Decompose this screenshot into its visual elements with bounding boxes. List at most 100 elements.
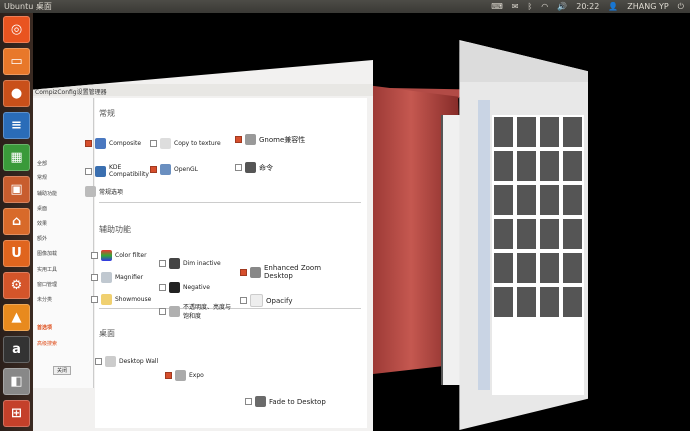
software-center-icon[interactable]: ⌂: [3, 208, 30, 235]
checkbox[interactable]: [85, 167, 92, 175]
plugin-general-options[interactable]: 常规选项: [85, 186, 123, 197]
power-icon[interactable]: ⏻: [678, 0, 684, 13]
checkbox[interactable]: [235, 164, 242, 171]
checkbox[interactable]: [85, 140, 92, 147]
checkbox[interactable]: [159, 284, 166, 291]
thumbnail[interactable]: [517, 219, 536, 249]
plugin-dim-inactive[interactable]: Dim inactive: [159, 258, 221, 269]
sidebar-item[interactable]: 图像加载: [37, 250, 57, 257]
thumbnail[interactable]: [494, 151, 513, 181]
ubuntuone-icon[interactable]: U: [3, 240, 30, 267]
checkbox[interactable]: [240, 268, 247, 276]
thumbnail[interactable]: [494, 219, 513, 249]
sidebar-item[interactable]: 额外: [37, 235, 47, 242]
plugin-magnifier[interactable]: Magnifier: [91, 272, 143, 283]
sidebar-item[interactable]: 辅助功能: [37, 190, 57, 197]
ccsm-window[interactable]: CompizConfig设置管理器 全部 常规 辅助功能 桌面 效果 额外 图像…: [33, 60, 373, 431]
thumbnail[interactable]: [494, 253, 513, 283]
sidebar-item[interactable]: 全部: [37, 160, 47, 167]
plugin-kde-compat[interactable]: KDE Compatibility: [85, 164, 149, 178]
checkbox[interactable]: [91, 274, 98, 281]
amazon-icon[interactable]: a: [3, 336, 30, 363]
sidebar-item[interactable]: 实用工具: [37, 266, 57, 273]
sidebar-item[interactable]: 未分类: [37, 296, 52, 303]
settings-icon[interactable]: ⚙: [3, 272, 30, 299]
plugin-opacity-brightness[interactable]: 不透明度、亮度与饱和度: [159, 302, 231, 320]
thumbnail[interactable]: [563, 117, 582, 147]
checkbox[interactable]: [159, 260, 166, 267]
thumbnail[interactable]: [494, 287, 513, 317]
sidebar-advanced-search[interactable]: 高级搜索: [37, 340, 57, 347]
plugin-enhanced-zoom[interactable]: Enhanced Zoom Desktop: [240, 264, 326, 280]
writer-icon[interactable]: ≡: [3, 112, 30, 139]
browser-window[interactable]: [459, 40, 588, 430]
workspace-icon[interactable]: ⊞: [3, 400, 30, 427]
keyboard-icon[interactable]: ⌨: [491, 0, 503, 13]
sidebar-item[interactable]: 窗口管理: [37, 281, 57, 288]
close-button[interactable]: 关闭: [53, 366, 72, 375]
thumbnail[interactable]: [540, 287, 559, 317]
sidebar-item[interactable]: 桌面: [37, 205, 47, 212]
files-icon[interactable]: ▭: [3, 48, 30, 75]
plugin-commands[interactable]: 命令: [235, 162, 273, 173]
plugin-color-filter[interactable]: Color filter: [91, 250, 147, 261]
checkbox[interactable]: [240, 297, 247, 304]
thumbnail[interactable]: [563, 151, 582, 181]
checkbox[interactable]: [91, 296, 98, 303]
plugin-expo[interactable]: Expo: [165, 370, 204, 381]
user-name[interactable]: ZHANG YP: [627, 0, 668, 13]
plugin-composite[interactable]: Composite: [85, 138, 141, 149]
thumbnail[interactable]: [517, 117, 536, 147]
bluetooth-icon[interactable]: ᛒ: [527, 0, 532, 13]
checkbox[interactable]: [91, 252, 98, 259]
sidebar-preferences[interactable]: 首选项: [37, 324, 52, 331]
checkbox[interactable]: [159, 307, 166, 315]
thumbnail[interactable]: [563, 185, 582, 215]
thumbnail[interactable]: [540, 151, 559, 181]
thumbnail[interactable]: [517, 253, 536, 283]
volume-icon[interactable]: 🔊: [557, 0, 567, 13]
firefox-icon[interactable]: ●: [3, 80, 30, 107]
disk-icon[interactable]: ◧: [3, 368, 30, 395]
thumbnail[interactable]: [563, 253, 582, 283]
mail-icon[interactable]: ✉: [512, 0, 519, 13]
gnome-icon: [245, 134, 256, 145]
thumbnail[interactable]: [540, 253, 559, 283]
sidebar-item[interactable]: 常规: [37, 174, 47, 181]
window-title: Ubuntu 桌面: [4, 2, 52, 11]
plugin-opacify[interactable]: Opacify: [240, 294, 293, 307]
checkbox[interactable]: [150, 140, 157, 147]
thumbnail[interactable]: [517, 185, 536, 215]
opacify-icon: [250, 294, 263, 307]
plugin-desktop-wall[interactable]: Desktop Wall: [95, 356, 158, 367]
category-desktop: 桌面: [99, 329, 115, 338]
checkbox[interactable]: [245, 398, 252, 405]
plugin-gnome-compat[interactable]: Gnome兼容性: [235, 134, 305, 145]
thumbnail[interactable]: [540, 219, 559, 249]
checkbox[interactable]: [165, 372, 172, 379]
checkbox[interactable]: [150, 166, 157, 173]
plugin-opengl[interactable]: OpenGL: [150, 164, 198, 175]
thumbnail[interactable]: [563, 219, 582, 249]
impress-icon[interactable]: ▣: [3, 176, 30, 203]
plugin-negative[interactable]: Negative: [159, 282, 210, 293]
calc-icon[interactable]: ▦: [3, 144, 30, 171]
network-icon[interactable]: ◠: [541, 0, 548, 13]
thumbnail[interactable]: [540, 185, 559, 215]
ubuntu-home-icon[interactable]: ◎: [3, 16, 30, 43]
thumbnail[interactable]: [517, 287, 536, 317]
thumbnail[interactable]: [494, 117, 513, 147]
plugin-showmouse[interactable]: Showmouse: [91, 294, 151, 305]
thumbnail[interactable]: [517, 151, 536, 181]
sidebar-item[interactable]: 效果: [37, 220, 47, 227]
tools-icon: [85, 186, 96, 197]
thumbnail[interactable]: [540, 117, 559, 147]
vlc-icon[interactable]: ▲: [3, 304, 30, 331]
plugin-fade-to-desktop[interactable]: Fade to Desktop: [245, 396, 326, 407]
checkbox[interactable]: [95, 358, 102, 365]
thumbnail[interactable]: [494, 185, 513, 215]
plugin-copy-to-texture[interactable]: Copy to texture: [150, 138, 221, 149]
thumbnail[interactable]: [563, 287, 582, 317]
clock[interactable]: 20:22: [576, 0, 599, 13]
checkbox[interactable]: [235, 136, 242, 143]
